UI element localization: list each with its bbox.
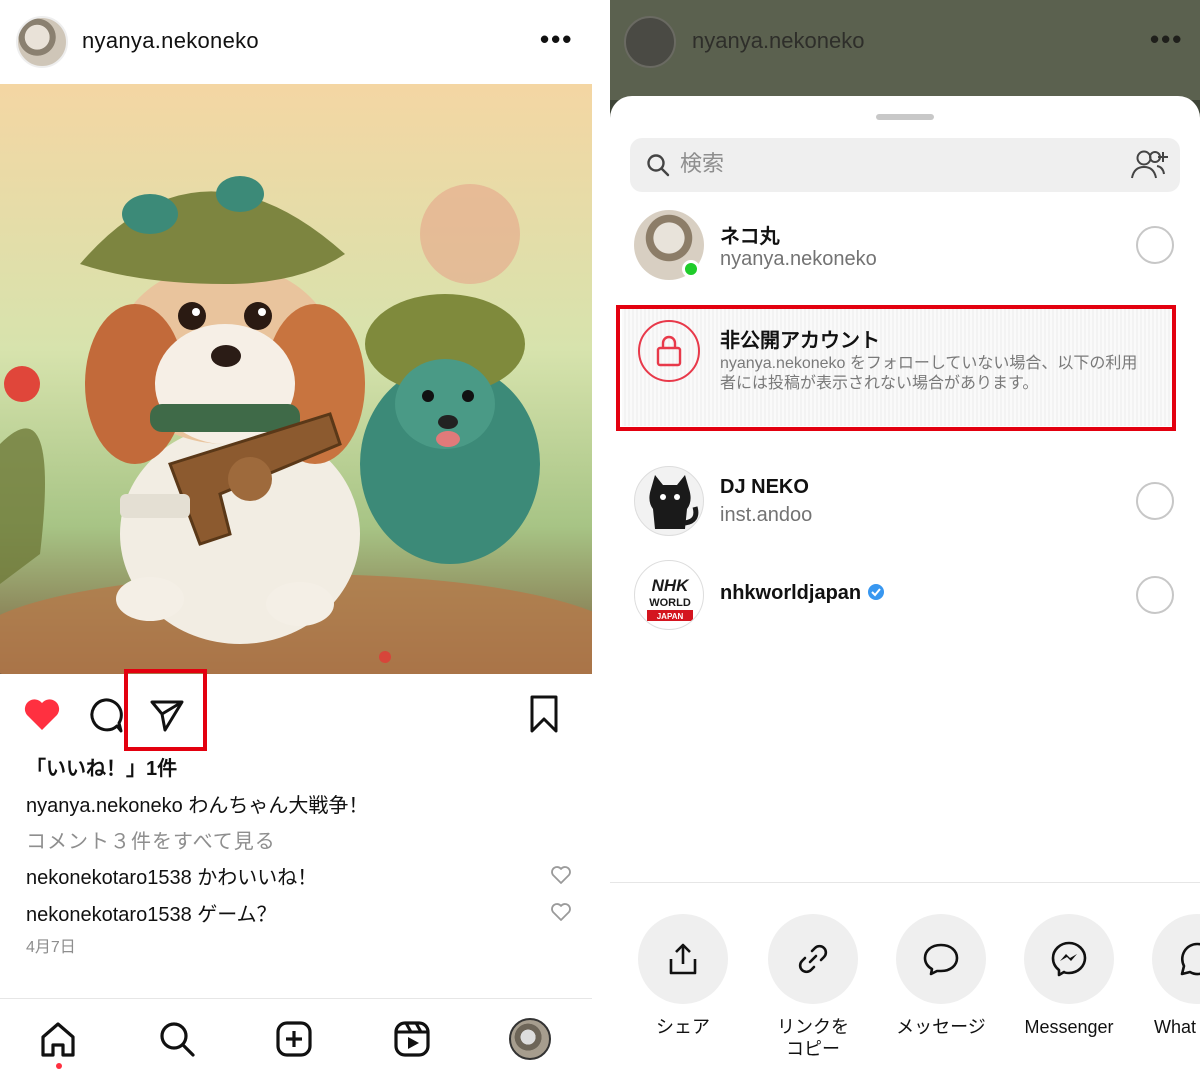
puppy-illustration — [0, 84, 592, 674]
add-people-icon[interactable] — [1130, 148, 1170, 187]
messenger-icon — [1024, 914, 1114, 1004]
view-all-comments-link[interactable]: コメント３件をすべて見る — [26, 825, 276, 854]
comment-row: nekonekotaro1538 ゲーム？ — [26, 898, 576, 927]
post-author-username[interactable]: nyanya.nekoneko — [82, 28, 259, 54]
more-options-icon[interactable]: ••• — [540, 26, 573, 52]
online-status-dot — [682, 260, 700, 278]
post-header: nyanya.nekoneko ••• — [0, 0, 592, 84]
verified-badge-icon — [867, 582, 885, 604]
share-option-label: What — [1154, 1017, 1197, 1037]
share-option-label: メッセージ — [896, 1017, 986, 1037]
comment-username[interactable]: nekonekotaro1538 — [26, 904, 192, 926]
comment-text: ゲーム？ — [191, 904, 277, 926]
select-radio[interactable] — [1136, 226, 1174, 264]
panel-divider — [592, 0, 610, 1081]
contact-username: nyanya.nekoneko — [720, 248, 877, 270]
caption-text: わんちゃん大戦争！ — [182, 795, 369, 817]
reels-icon[interactable] — [390, 1017, 434, 1061]
dimmed-more-options-icon: ••• — [1150, 24, 1184, 54]
nhk-logo-line1: NHK — [652, 576, 691, 595]
share-bottom-sheet: ネコ丸 nyanya.nekoneko 非公開アカウント nyanya.neko… — [610, 96, 1200, 1081]
search-icon[interactable] — [155, 1017, 199, 1061]
share-sheet-view: nyanya.nekoneko ••• ネコ丸 nyanya.nekoneko — [610, 0, 1200, 1081]
share-option-messenger[interactable]: Messenger — [1022, 914, 1116, 1038]
nhk-logo-line2: WORLD — [649, 597, 691, 609]
share-option-whatsapp[interactable]: What — [1150, 914, 1200, 1038]
comment-like-heart-icon[interactable] — [550, 865, 572, 891]
post-view: nyanya.nekoneko ••• 「いいね！」1件 nyanya.neko… — [0, 0, 592, 1081]
share-upload-icon — [638, 914, 728, 1004]
like-heart-icon[interactable] — [20, 694, 64, 734]
contact-avatar — [634, 466, 704, 536]
create-plus-icon[interactable] — [272, 1017, 316, 1061]
select-radio[interactable] — [1136, 482, 1174, 520]
nhk-logo-line3: JAPAN — [657, 612, 684, 621]
contact-name: ネコ丸 — [720, 226, 780, 248]
post-caption: nyanya.nekoneko わんちゃん大戦争！ — [26, 789, 368, 818]
bottom-navigation — [0, 998, 592, 1081]
post-date: 4月7日 — [26, 939, 76, 956]
sheet-divider — [610, 882, 1200, 883]
share-option-label: シェア — [656, 1017, 710, 1037]
post-image[interactable] — [0, 84, 592, 674]
caption-username[interactable]: nyanya.nekoneko — [26, 795, 183, 817]
share-option-message[interactable]: メッセージ — [894, 914, 988, 1038]
comment-row: nekonekotaro1538 かわいいね！ — [26, 861, 576, 890]
profile-avatar-image — [509, 1018, 551, 1060]
dimmed-author-username: nyanya.nekoneko — [692, 28, 865, 53]
whatsapp-icon — [1152, 914, 1200, 1004]
share-option-copy-link[interactable]: リンクを コピー — [766, 914, 860, 1060]
link-icon — [768, 914, 858, 1004]
post-author-avatar[interactable] — [16, 16, 68, 68]
profile-avatar[interactable] — [508, 1017, 552, 1061]
comment-text: かわいいね！ — [191, 867, 318, 889]
dimmed-post-header: nyanya.nekoneko ••• — [610, 0, 1200, 100]
home-icon[interactable] — [36, 1017, 80, 1061]
contact-row[interactable]: NHK WORLD JAPAN nhkworldjapan — [610, 560, 1200, 640]
comment-username[interactable]: nekonekotaro1538 — [26, 867, 192, 889]
contact-name: nhkworldjapan — [720, 582, 885, 605]
contact-row[interactable]: DJ NEKO inst.andoo — [610, 466, 1200, 546]
contact-row[interactable]: ネコ丸 nyanya.nekoneko — [610, 210, 1200, 290]
share-option-label: Messenger — [1024, 1017, 1114, 1037]
highlight-box-private-notice — [616, 305, 1176, 431]
post-actions — [0, 680, 592, 750]
black-cat-icon — [649, 475, 699, 529]
select-radio[interactable] — [1136, 576, 1174, 614]
contact-username: inst.andoo — [720, 504, 813, 526]
search-icon — [646, 153, 670, 182]
share-search-bar — [630, 138, 1180, 192]
message-bubble-icon — [896, 914, 986, 1004]
bookmark-icon[interactable] — [524, 692, 564, 736]
share-option-label: リンクを コピー — [777, 1017, 849, 1059]
comment-icon[interactable] — [84, 694, 126, 736]
search-input[interactable] — [680, 151, 1100, 177]
nhk-world-logo: NHK WORLD JAPAN — [634, 560, 704, 630]
dimmed-author-avatar — [624, 16, 676, 68]
contact-name: DJ NEKO — [720, 476, 809, 498]
home-notification-dot — [56, 1063, 62, 1069]
contact-name-text: nhkworldjapan — [720, 582, 862, 604]
likes-count[interactable]: 「いいね！」1件 — [26, 752, 177, 781]
highlight-box-share-button — [124, 669, 207, 751]
comment-like-heart-icon[interactable] — [550, 902, 572, 928]
share-option-share[interactable]: シェア — [636, 914, 730, 1038]
sheet-drag-handle[interactable] — [876, 114, 934, 120]
